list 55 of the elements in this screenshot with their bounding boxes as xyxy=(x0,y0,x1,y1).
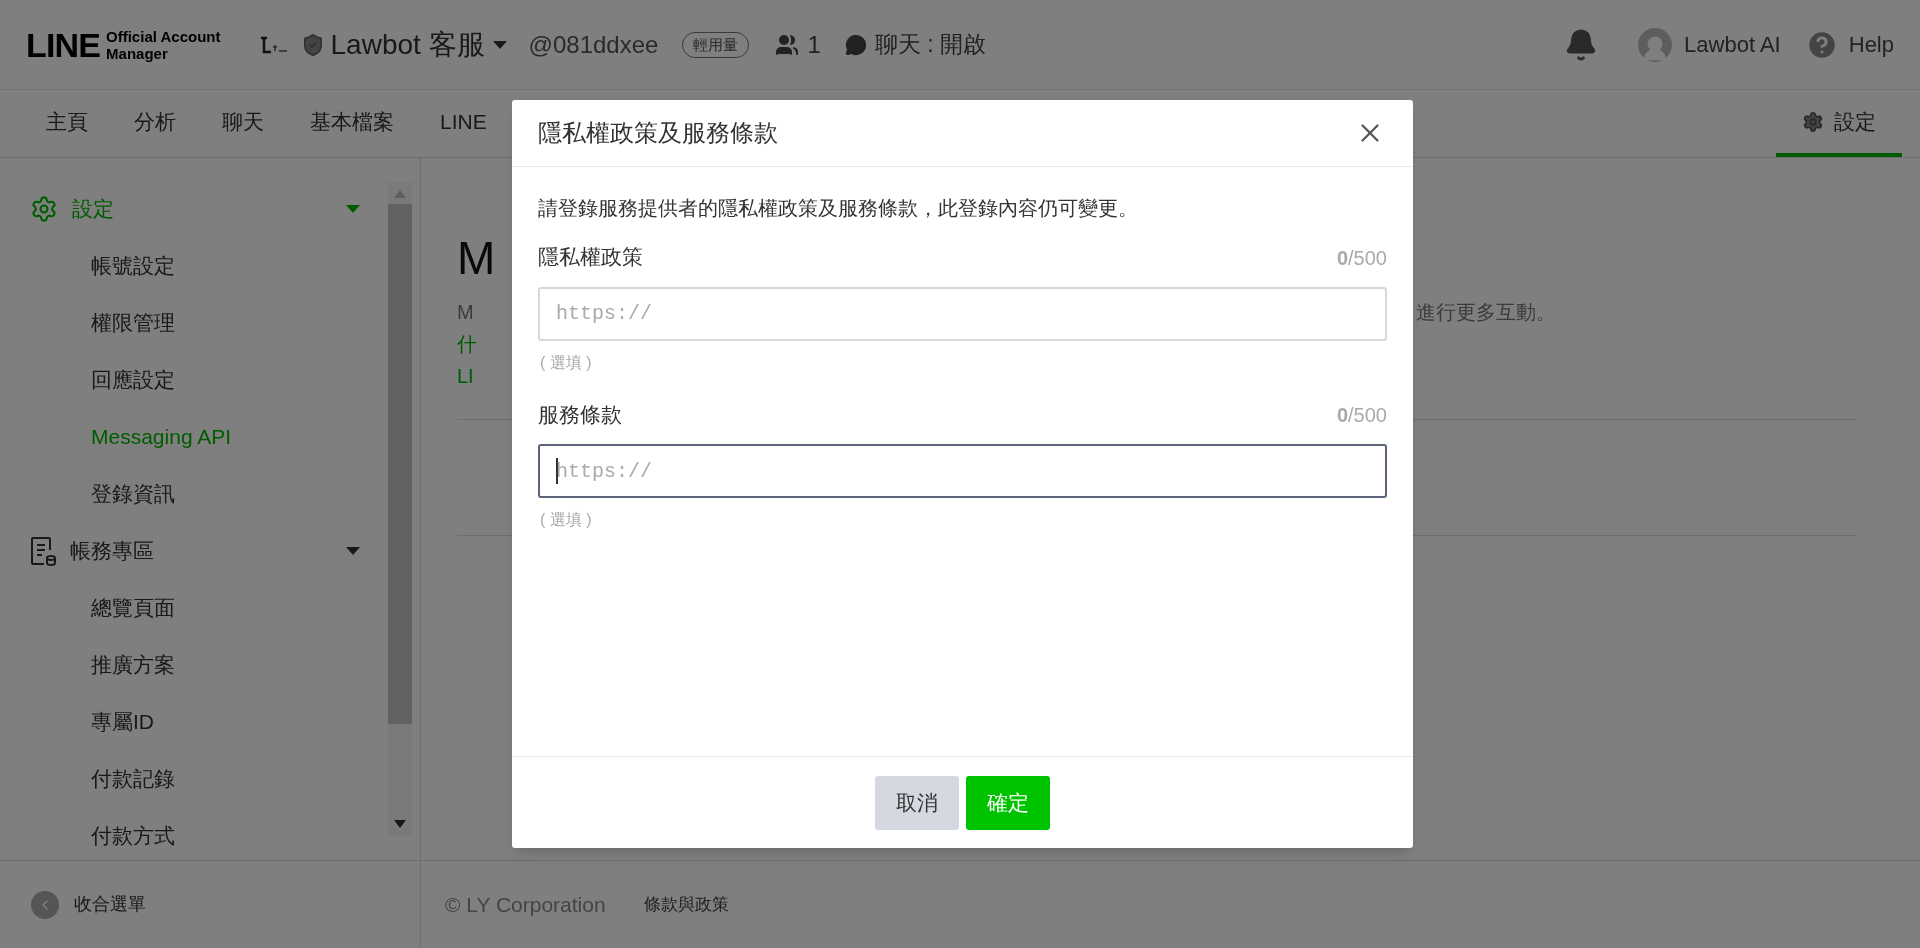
text-cursor xyxy=(556,458,558,484)
sidebar-item[interactable]: 推廣方案 xyxy=(30,636,175,693)
scroll-down-arrow-icon[interactable] xyxy=(394,820,406,828)
sidebar-item[interactable]: 帳號設定 xyxy=(30,237,175,294)
sidebar-group[interactable]: 帳務專區 xyxy=(30,522,360,579)
dialog-title: 隱私權政策及服務條款 xyxy=(538,118,778,148)
caret-icon xyxy=(346,546,360,555)
user-name[interactable]: Lawbot AI xyxy=(1684,28,1781,61)
chat-icon xyxy=(844,33,867,56)
sidebar-item[interactable]: 專屬ID xyxy=(30,693,154,750)
caret-icon xyxy=(346,204,360,213)
nav-tab[interactable]: 聊天 xyxy=(200,90,286,157)
members-icon xyxy=(775,32,800,57)
page-description: 進行更多互動。 xyxy=(1416,300,1556,325)
sidebar-item[interactable]: 付款方式 xyxy=(30,807,175,860)
logo-subtitle: Manager xyxy=(106,44,169,62)
chat-status[interactable]: 聊天 : 開啟 xyxy=(874,27,986,62)
field-hint: ( 選填 ) xyxy=(539,352,592,373)
field-label: 隱私權政策 xyxy=(538,244,643,270)
dialog-intro: 請登錄服務提供者的隱私權政策及服務條款，此登錄內容仍可變更。 xyxy=(538,196,1139,221)
nav-tab[interactable]: 分析 xyxy=(112,90,198,157)
cancel-button[interactable]: 取消 xyxy=(875,775,959,830)
logo-subtitle: Official Account xyxy=(106,27,221,45)
sidebar-item[interactable]: 回應設定 xyxy=(30,351,175,408)
gear-icon xyxy=(1802,110,1824,133)
account-switcher[interactable]: Lawbot 客服 xyxy=(330,23,507,66)
sidebar-item[interactable]: 付款記錄 xyxy=(30,750,175,807)
document-icon xyxy=(30,535,56,566)
confirm-button[interactable]: 確定 xyxy=(966,775,1050,830)
collapse-menu-button[interactable]: 收合選單 xyxy=(31,890,146,919)
sidebar-item[interactable]: 總覽頁面 xyxy=(30,579,175,636)
nav-tab[interactable]: 基本檔案 xyxy=(288,90,416,157)
account-logo-icon xyxy=(258,34,289,55)
account-id: @081ddxee xyxy=(528,29,659,60)
nav-tab[interactable]: 主頁 xyxy=(24,90,110,157)
caret-icon xyxy=(492,40,507,49)
member-count[interactable]: 1 xyxy=(807,26,821,63)
nav-tab[interactable]: LINE xyxy=(418,90,509,157)
field-label: 服務條款 xyxy=(538,401,622,428)
help-link[interactable]: Help xyxy=(1848,28,1894,61)
scroll-up-arrow-icon[interactable] xyxy=(394,190,406,198)
character-counter: 0/500 xyxy=(1336,403,1387,428)
sidebar-item[interactable]: 登錄資訊 xyxy=(30,465,175,522)
url-input-field[interactable]: https:// xyxy=(538,444,1387,498)
character-counter: 0/500 xyxy=(1336,245,1387,271)
gear-icon xyxy=(30,194,58,223)
terms-link[interactable]: 條款與政策 xyxy=(643,891,729,918)
scrollbar[interactable] xyxy=(388,182,412,836)
copyright-text: © LY Corporation xyxy=(445,891,606,918)
page-heading: M xyxy=(457,232,496,284)
page-description: M xyxy=(457,300,474,325)
sidebar-item[interactable]: 權限管理 xyxy=(30,294,175,351)
logo-wordmark[interactable]: LINE xyxy=(26,27,101,62)
avatar-icon[interactable] xyxy=(1638,27,1673,62)
field-hint: ( 選填 ) xyxy=(539,510,592,530)
